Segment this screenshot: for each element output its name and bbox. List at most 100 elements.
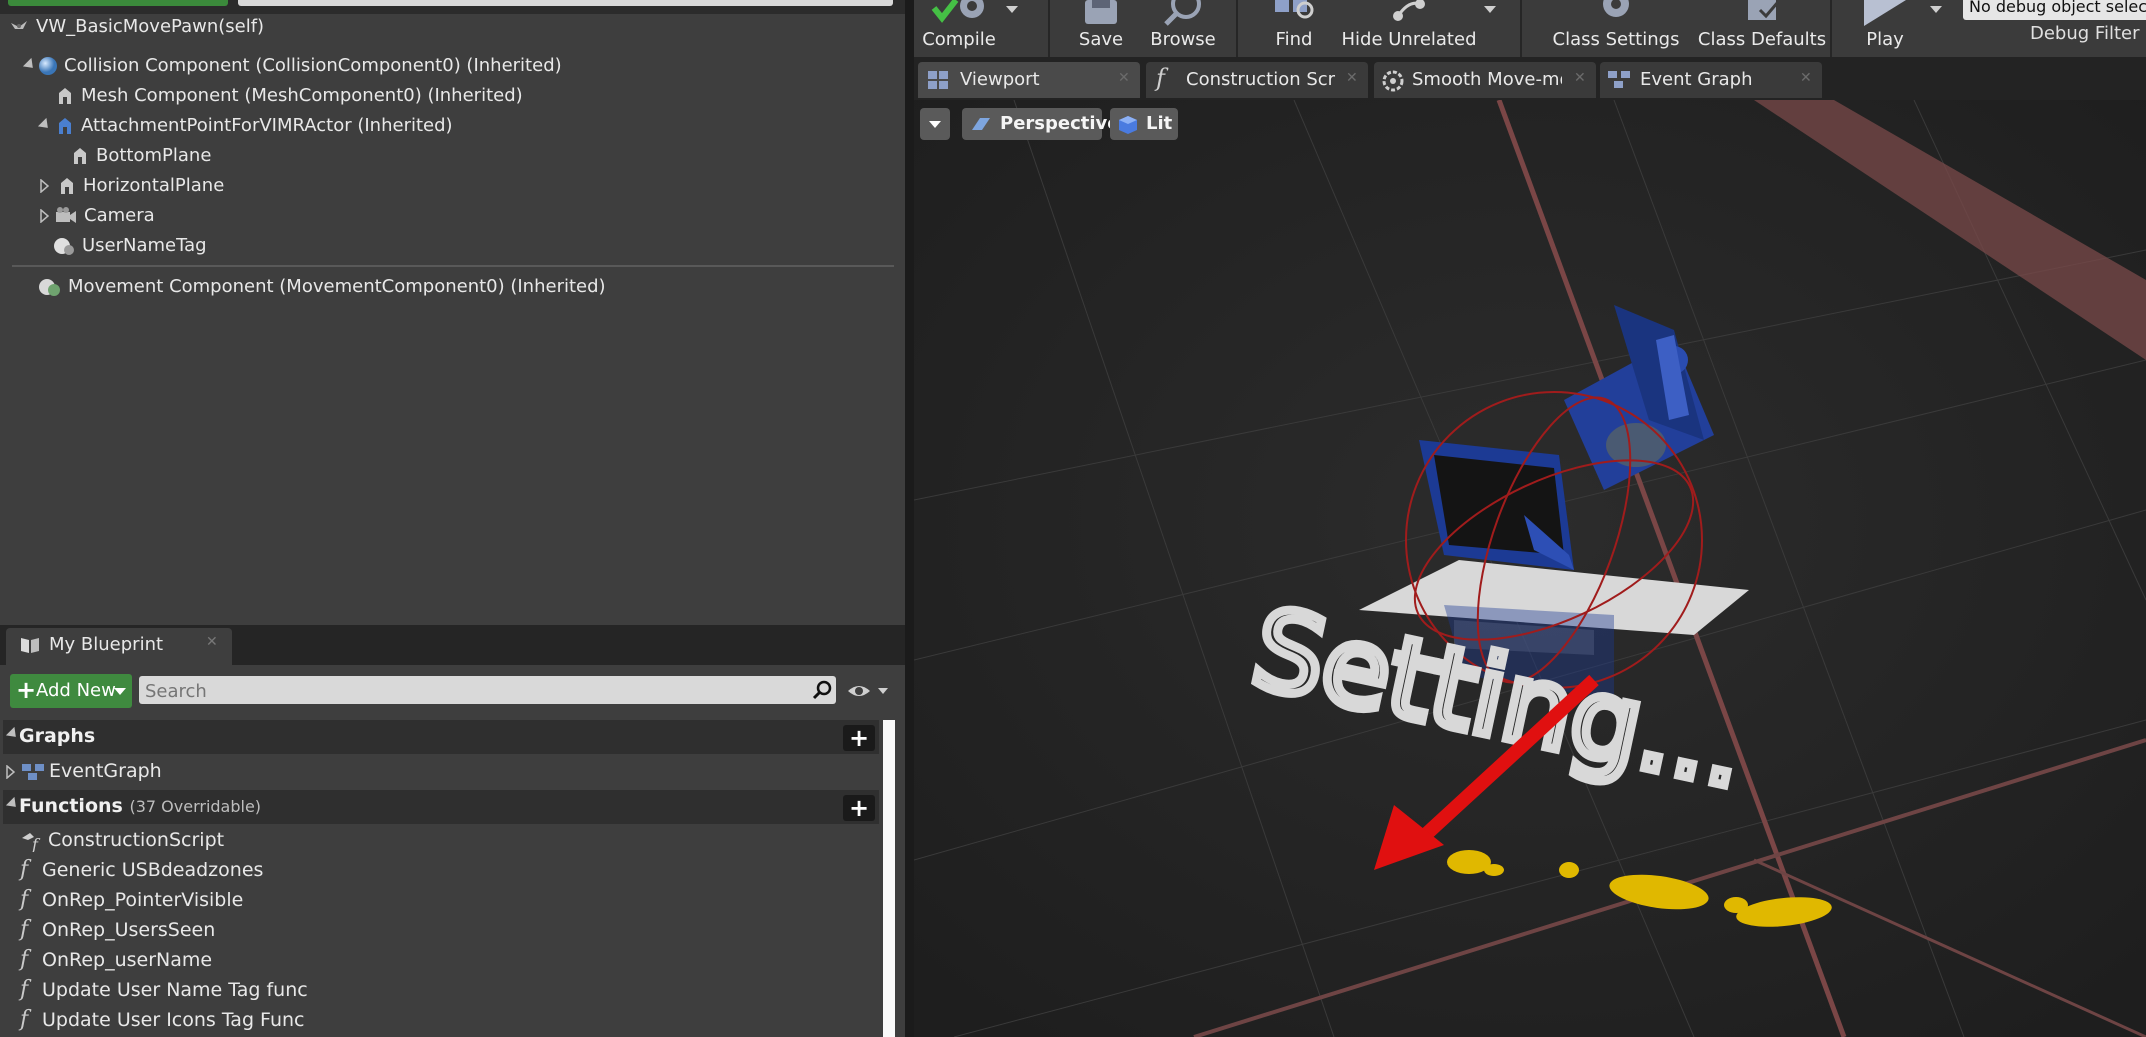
list-item-function[interactable]: f OnRep_userName: [20, 945, 212, 975]
function-icon: f: [20, 917, 29, 942]
graphs-section-header[interactable]: Graphs +: [3, 720, 879, 754]
tree-item-label: Collision Component (CollisionComponent0…: [64, 55, 562, 76]
add-graph-button[interactable]: +: [843, 725, 875, 751]
tree-item-movement[interactable]: Movement Component (MovementComponent0) …: [38, 272, 606, 302]
add-function-button[interactable]: +: [843, 795, 875, 821]
viewport-scene: Setting...: [914, 100, 2146, 1037]
compile-button[interactable]: Compile: [914, 0, 1004, 57]
tree-item-usernametag[interactable]: UserNameTag: [52, 231, 207, 261]
function-label: Update User Name Tag func: [42, 979, 308, 1001]
class-settings-button[interactable]: Class Settings: [1538, 0, 1694, 57]
tree-item-attachment[interactable]: AttachmentPointForVIMRActor (Inherited): [37, 111, 453, 141]
panel-splitter[interactable]: [905, 0, 914, 1037]
close-icon[interactable]: ✕: [1118, 70, 1130, 86]
functions-section-header[interactable]: Functions (37 Overridable) +: [3, 790, 879, 824]
add-component-button[interactable]: [8, 0, 228, 6]
tab-my-blueprint[interactable]: My Blueprint ✕: [6, 628, 232, 665]
class-settings-label: Class Settings: [1552, 29, 1680, 50]
expand-arrow-icon[interactable]: [40, 178, 50, 194]
tab-label: Event Graph: [1640, 69, 1753, 90]
compile-icon: [931, 0, 984, 23]
tree-root-label: VW_BasicMovePawn(self): [36, 16, 265, 37]
play-options-chevron-icon[interactable]: [1930, 6, 1942, 13]
tree-item-horizontalplane[interactable]: HorizontalPlane: [40, 171, 224, 201]
toolbar-separator: [1830, 0, 1832, 57]
scrollbar[interactable]: [883, 720, 895, 1037]
list-item-function[interactable]: f OnRep_UsersSeen: [20, 915, 215, 945]
class-defaults-label: Class Defaults: [1697, 29, 1827, 50]
tab-label: My Blueprint: [49, 634, 164, 655]
toolbar-separator: [1520, 0, 1522, 57]
search-input[interactable]: [143, 678, 787, 704]
add-new-button[interactable]: + Add New: [10, 674, 132, 708]
list-item-function[interactable]: f Generic USBdeadzones: [20, 855, 263, 885]
collapse-arrow-icon[interactable]: [22, 57, 38, 73]
tab-construction-script[interactable]: f Construction Script ✕: [1146, 62, 1368, 98]
browse-button[interactable]: Browse: [1138, 0, 1228, 57]
tree-item-camera[interactable]: Camera: [40, 201, 155, 231]
find-icon: [1275, 0, 1314, 19]
mesh-icon: [61, 178, 73, 194]
class-defaults-button[interactable]: Class Defaults: [1696, 0, 1828, 57]
tree-item-collision[interactable]: Collision Component (CollisionComponent0…: [22, 51, 562, 81]
tree-item-label: HorizontalPlane: [83, 175, 225, 196]
close-icon[interactable]: ✕: [206, 634, 218, 650]
expand-arrow-icon[interactable]: [6, 763, 16, 780]
close-icon[interactable]: ✕: [1346, 70, 1358, 86]
gear-icon: [1382, 70, 1404, 92]
expand-arrow-icon[interactable]: [40, 208, 50, 224]
list-item-function[interactable]: f ConstructionScript: [20, 825, 224, 855]
tab-event-graph[interactable]: Event Graph ✕: [1600, 62, 1822, 98]
save-button[interactable]: Save: [1066, 0, 1136, 57]
mesh-icon: [59, 88, 71, 104]
list-item-eventgraph[interactable]: EventGraph: [6, 756, 162, 786]
tree-item-bottomplane[interactable]: BottomPlane: [70, 141, 211, 171]
tab-label: Construction Script: [1186, 69, 1336, 90]
close-icon[interactable]: ✕: [1800, 70, 1812, 86]
list-item-function[interactable]: f OnRep_PointerVisible: [20, 885, 243, 915]
graphs-title: Graphs: [19, 725, 96, 747]
hide-unrelated-button[interactable]: Hide Unrelated: [1334, 0, 1484, 57]
mesh-icon: [74, 148, 86, 164]
hide-unrelated-chevron-icon[interactable]: [1484, 6, 1496, 13]
chevron-down-icon: [114, 688, 126, 695]
lit-button[interactable]: Lit: [1110, 108, 1178, 140]
play-button[interactable]: Play: [1840, 0, 1930, 57]
play-icon: [1864, 0, 1906, 26]
compile-options-chevron-icon[interactable]: [1006, 6, 1018, 13]
sphere-icon: [39, 57, 57, 75]
tab-smooth-move-mode[interactable]: Smooth Move-mode ✕: [1374, 62, 1596, 98]
magnifier-icon: [1164, 0, 1201, 26]
toolbar-separator: [1236, 0, 1238, 57]
viewport-options-button[interactable]: [920, 108, 950, 140]
viewport-icon: [928, 71, 948, 89]
browse-label: Browse: [1150, 29, 1216, 50]
collapse-arrow-icon[interactable]: [37, 117, 53, 133]
debug-object-select[interactable]: No debug object selected: [1963, 0, 2146, 20]
search-icon[interactable]: [811, 679, 833, 701]
list-item-function[interactable]: f Update User Name Tag func: [20, 975, 308, 1005]
tab-viewport[interactable]: Viewport ✕: [918, 62, 1140, 98]
collapse-arrow-icon[interactable]: [5, 726, 21, 742]
tree-item-mesh[interactable]: Mesh Component (MeshComponent0) (Inherit…: [55, 81, 523, 111]
view-mode-label: Perspective: [1000, 113, 1120, 134]
chevron-down-icon: [929, 121, 941, 128]
class-defaults-icon: [1748, 0, 1780, 20]
tab-label: Smooth Move-mode: [1412, 69, 1562, 90]
camera-icon: [56, 207, 76, 223]
component-search-input[interactable]: [238, 0, 893, 6]
viewport-canvas[interactable]: Setting... Perspective Lit: [914, 100, 2146, 1037]
function-label: OnRep_userName: [42, 949, 213, 971]
perspective-button[interactable]: Perspective: [962, 108, 1119, 140]
find-button[interactable]: Find: [1254, 0, 1334, 57]
function-label: Update User Icons Tag Func: [42, 1009, 305, 1031]
functions-title: Functions: [19, 795, 123, 817]
pawn-icon: [11, 21, 27, 29]
collapse-arrow-icon[interactable]: [5, 796, 21, 812]
view-options-eye-icon[interactable]: [846, 680, 890, 702]
play-label: Play: [1866, 29, 1904, 50]
list-item-function[interactable]: f Update User Icons Tag Func: [20, 1005, 304, 1035]
tree-root[interactable]: VW_BasicMovePawn(self): [8, 12, 264, 42]
close-icon[interactable]: ✕: [1574, 70, 1586, 86]
gear-icon: [1603, 0, 1629, 17]
